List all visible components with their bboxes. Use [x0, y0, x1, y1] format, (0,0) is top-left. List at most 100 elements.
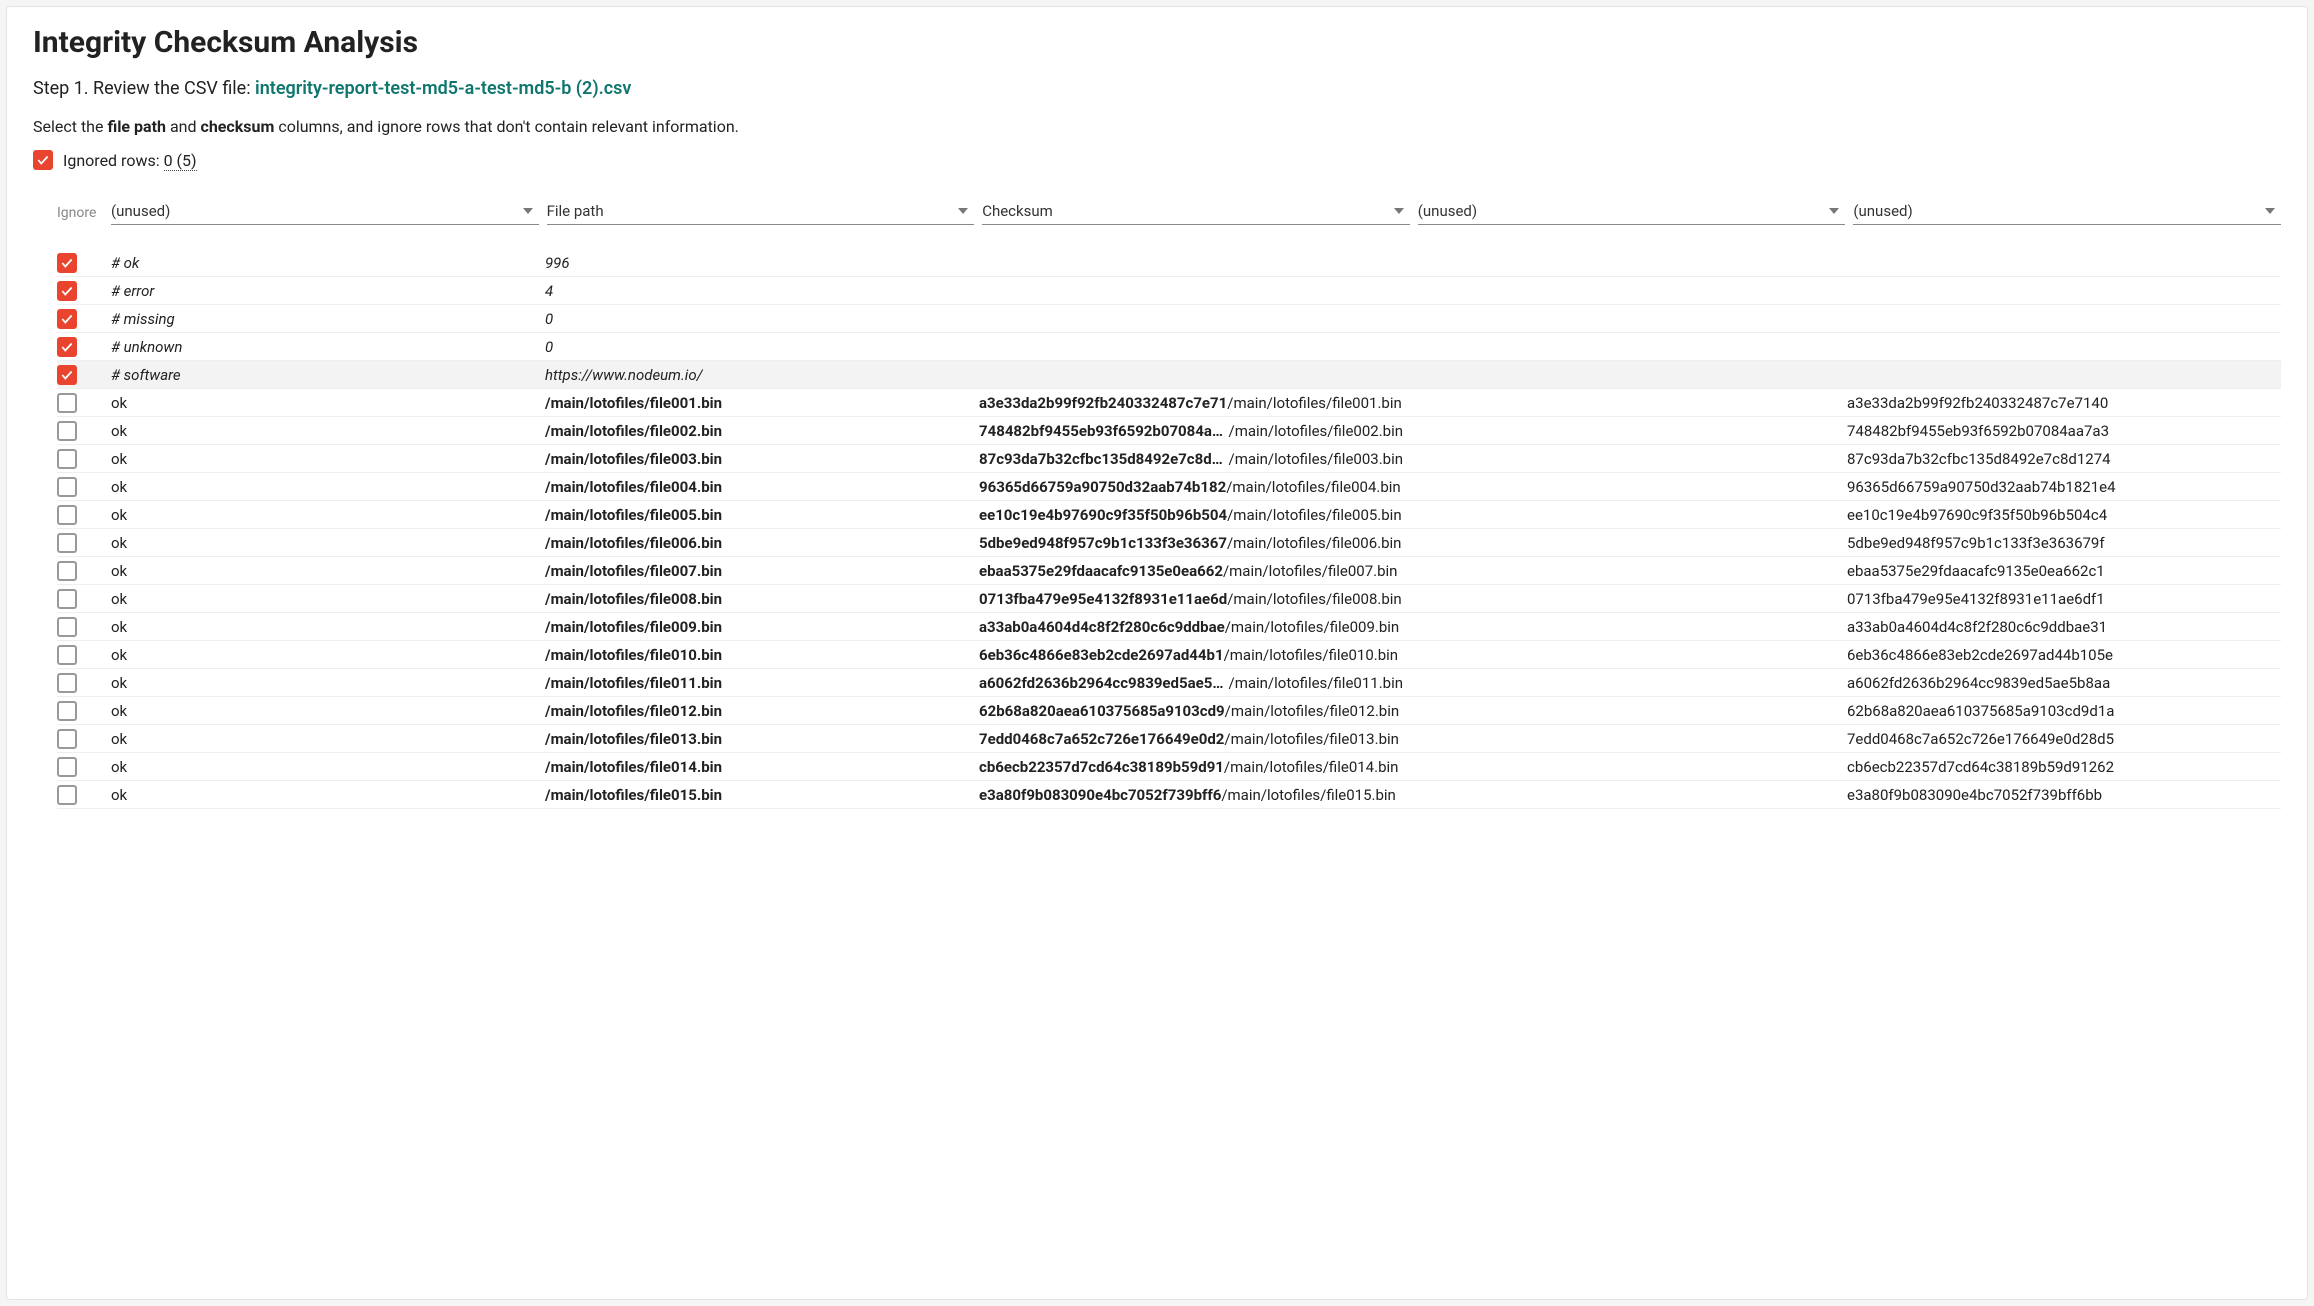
cell-ignore [57, 589, 111, 609]
cell-ignore [57, 365, 111, 385]
cell-file-path: /main/lotofiles/file010.bin [545, 646, 979, 664]
instr-bold: file path [107, 117, 166, 136]
table-row: ok/main/lotofiles/file015.bine3a80f9b083… [57, 781, 2281, 809]
cell-file-path: /main/lotofiles/file011.bin [545, 674, 979, 692]
row-ignore-checkbox[interactable] [57, 561, 77, 581]
checksum-path: /main/lotofiles/file014.bin [1224, 758, 1399, 776]
checksum-path: /main/lotofiles/file007.bin [1223, 562, 1398, 580]
table-row: ok/main/lotofiles/file014.bincb6ecb22357… [57, 753, 2281, 781]
cell-ignore [57, 477, 111, 497]
cell-checksum: 87c93da7b32cfbc135d8492e7c8d12/main/loto… [979, 450, 1413, 468]
row-ignore-checkbox[interactable] [57, 533, 77, 553]
col-label: Checksum [982, 202, 1053, 220]
cell-checksum: 6eb36c4866e83eb2cde2697ad44b1/main/lotof… [979, 646, 1413, 664]
row-ignore-checkbox[interactable] [57, 617, 77, 637]
row-ignore-checkbox[interactable] [57, 785, 77, 805]
ignored-rows-checkbox[interactable] [33, 150, 53, 170]
table-header: Ignore (unused) File path Checksum (unus… [57, 198, 2281, 231]
cell-col5: 62b68a820aea610375685a9103cd9d1a [1847, 702, 2281, 720]
row-ignore-checkbox[interactable] [57, 365, 77, 385]
row-ignore-checkbox[interactable] [57, 253, 77, 273]
table-row: ok/main/lotofiles/file008.bin0713fba479e… [57, 585, 2281, 613]
cell-col5: cb6ecb22357d7cd64c38189b59d91262 [1847, 758, 2281, 776]
row-ignore-checkbox[interactable] [57, 421, 77, 441]
cell-file-path: /main/lotofiles/file005.bin [545, 506, 979, 524]
cell-checksum: 96365d66759a90750d32aab74b182/main/lotof… [979, 478, 1413, 496]
cell-ignore [57, 673, 111, 693]
cell-col1: ok [111, 506, 545, 524]
cell-checksum: e3a80f9b083090e4bc7052f739bff6/main/loto… [979, 786, 1413, 804]
cell-col5: 748482bf9455eb93f6592b07084aa7a3 [1847, 422, 2281, 440]
cell-col1: ok [111, 450, 545, 468]
row-ignore-checkbox[interactable] [57, 701, 77, 721]
cell-ignore [57, 729, 111, 749]
cell-ignore [57, 253, 111, 273]
ignored-rows-label: Ignored rows: [63, 151, 164, 170]
checksum-hash: 6eb36c4866e83eb2cde2697ad44b1 [979, 646, 1224, 664]
col-selector-5[interactable]: (unused) [1853, 198, 2281, 225]
ignored-rows-count[interactable]: 0 (5) [164, 151, 197, 171]
cell-file-path: /main/lotofiles/file004.bin [545, 478, 979, 496]
cell-ignore [57, 449, 111, 469]
instr-part: Select the [33, 117, 107, 136]
cell-file-path: /main/lotofiles/file007.bin [545, 562, 979, 580]
cell-col1: ok [111, 786, 545, 804]
cell-checksum: 5dbe9ed948f957c9b1c133f3e36367/main/loto… [979, 534, 1413, 552]
cell-file-path: /main/lotofiles/file012.bin [545, 702, 979, 720]
table-row: ok/main/lotofiles/file005.binee10c19e4b9… [57, 501, 2281, 529]
col-selector-1[interactable]: (unused) [111, 198, 539, 225]
cell-checksum: a33ab0a4604d4c8f2f280c6c9ddbae/main/loto… [979, 618, 1413, 636]
cell-ignore [57, 533, 111, 553]
page-title: Integrity Checksum Analysis [33, 25, 2281, 60]
cell-col1: ok [111, 618, 545, 636]
table-row: ok/main/lotofiles/file012.bin62b68a820ae… [57, 697, 2281, 725]
checksum-hash: 5dbe9ed948f957c9b1c133f3e36367 [979, 534, 1227, 552]
csv-filename-link[interactable]: integrity-report-test-md5-a-test-md5-b (… [255, 78, 631, 99]
cell-ignore [57, 281, 111, 301]
checksum-hash: 7edd0468c7a652c726e176649e0d2 [979, 730, 1224, 748]
row-ignore-checkbox[interactable] [57, 449, 77, 469]
checksum-path: /main/lotofiles/file008.bin [1227, 590, 1402, 608]
check-icon [60, 256, 74, 270]
col-selector-4[interactable]: (unused) [1418, 198, 1846, 225]
cell-col2: 4 [545, 282, 979, 300]
cell-ignore [57, 561, 111, 581]
col-selector-3[interactable]: Checksum [982, 198, 1410, 225]
col-label: File path [547, 202, 604, 220]
cell-col1: ok [111, 422, 545, 440]
row-ignore-checkbox[interactable] [57, 393, 77, 413]
row-ignore-checkbox[interactable] [57, 505, 77, 525]
cell-col5: 6eb36c4866e83eb2cde2697ad44b105e [1847, 646, 2281, 664]
cell-file-path: /main/lotofiles/file006.bin [545, 534, 979, 552]
row-ignore-checkbox[interactable] [57, 477, 77, 497]
row-ignore-checkbox[interactable] [57, 337, 77, 357]
cell-ignore [57, 309, 111, 329]
cell-ignore [57, 505, 111, 525]
row-ignore-checkbox[interactable] [57, 757, 77, 777]
check-icon [36, 153, 50, 167]
cell-col1: ok [111, 534, 545, 552]
checksum-path: /main/lotofiles/file006.bin [1227, 534, 1402, 552]
row-ignore-checkbox[interactable] [57, 729, 77, 749]
step-line: Step 1. Review the CSV file: integrity-r… [33, 78, 2281, 99]
row-ignore-checkbox[interactable] [57, 645, 77, 665]
checksum-path: /main/lotofiles/file012.bin [1225, 702, 1400, 720]
cell-checksum: 0713fba479e95e4132f8931e11ae6d/main/loto… [979, 590, 1413, 608]
cell-col1: # ok [111, 254, 545, 272]
cell-col1: # software [111, 366, 545, 384]
cell-col5: a3e33da2b99f92fb240332487c7e7140 [1847, 394, 2281, 412]
row-ignore-checkbox[interactable] [57, 309, 77, 329]
page: Integrity Checksum Analysis Step 1. Revi… [6, 6, 2308, 1300]
cell-checksum: cb6ecb22357d7cd64c38189b59d91/main/lotof… [979, 758, 1413, 776]
cell-col2: 996 [545, 254, 979, 272]
check-icon [60, 284, 74, 298]
row-ignore-checkbox[interactable] [57, 281, 77, 301]
row-ignore-checkbox[interactable] [57, 673, 77, 693]
col-selector-2[interactable]: File path [547, 198, 975, 225]
cell-checksum: ee10c19e4b97690c9f35f50b96b504/main/loto… [979, 506, 1413, 524]
row-ignore-checkbox[interactable] [57, 589, 77, 609]
table-row: # softwarehttps://www.nodeum.io/ [57, 361, 2281, 389]
cell-ignore [57, 645, 111, 665]
checksum-hash: cb6ecb22357d7cd64c38189b59d91 [979, 758, 1224, 776]
checksum-path: /main/lotofiles/file004.bin [1226, 478, 1401, 496]
